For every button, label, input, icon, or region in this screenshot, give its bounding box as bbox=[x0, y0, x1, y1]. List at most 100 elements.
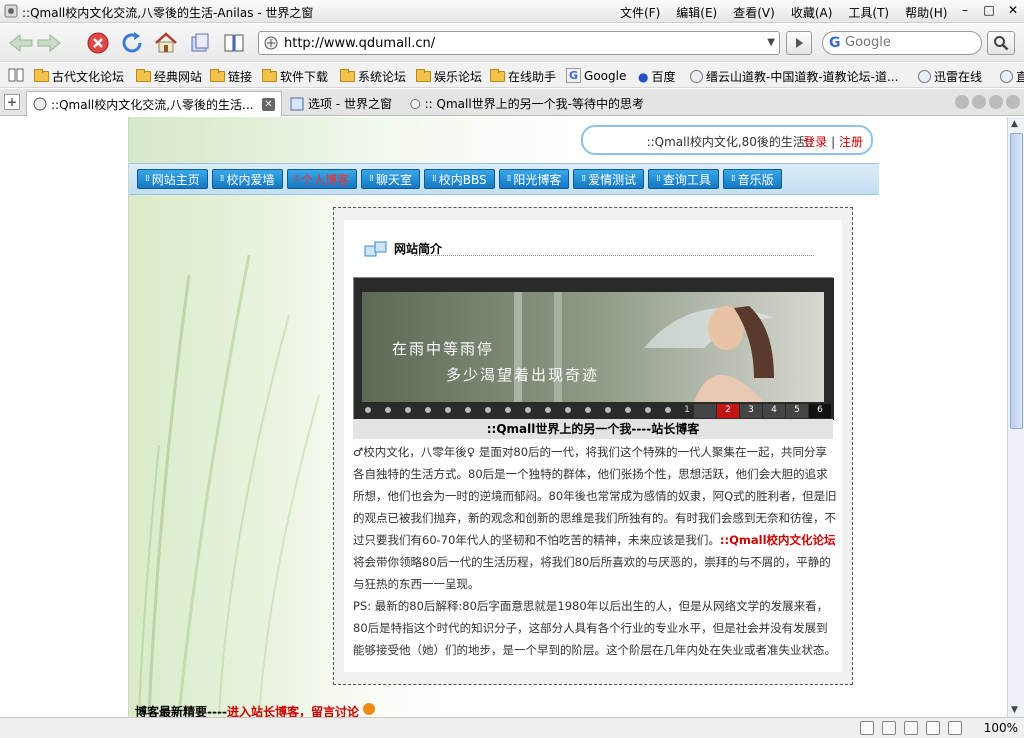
bookmark-item[interactable]: 系统论坛 bbox=[340, 68, 406, 85]
menu-edit[interactable]: 编辑(E) bbox=[676, 4, 717, 21]
bookmark-baidu[interactable]: ● 百度 bbox=[638, 68, 676, 85]
menu-favorites[interactable]: 收藏(A) bbox=[791, 4, 833, 21]
folder-icon bbox=[210, 69, 225, 82]
book-icon bbox=[224, 34, 244, 52]
blog-banner[interactable]: 在雨中等雨停 多少渴望着出现奇迹 1 2 3 4 5 6 bbox=[353, 277, 834, 420]
nav-home[interactable]: ⁞⁞ 网站主页 bbox=[137, 169, 208, 189]
refresh-button[interactable] bbox=[117, 28, 147, 58]
minimize-icon[interactable]: – bbox=[958, 3, 972, 17]
intro-panel-body: 网站简介 在雨中等雨停 多少渴望着出现奇迹 1 2 3 4 5 6::Qmal… bbox=[344, 220, 842, 672]
bookmark-item[interactable]: 直 bbox=[1000, 68, 1024, 85]
page-icon bbox=[918, 70, 931, 83]
page-icon bbox=[290, 97, 304, 110]
bookmark-item[interactable]: 迅雷在线 bbox=[918, 68, 982, 85]
banner-page-5[interactable]: 5 bbox=[786, 405, 808, 415]
users-icon[interactable] bbox=[948, 721, 962, 735]
login-box: ::Qmall校内文化,80後的生活:: 登录 | 注册 bbox=[581, 125, 873, 155]
nav-sunshine-blog[interactable]: ⁞⁞ 阳光博客 bbox=[498, 169, 570, 189]
maximize-icon[interactable]: □ bbox=[982, 3, 996, 17]
site-favicon-icon bbox=[33, 97, 47, 111]
nav-chat[interactable]: ⁞⁞ 聊天室 bbox=[361, 169, 420, 189]
back-arrow-icon bbox=[9, 33, 33, 53]
bookmark-item[interactable]: 缙云山道教-中国道教-道教论坛-道... bbox=[690, 68, 898, 85]
folder-icon bbox=[490, 69, 505, 82]
register-link[interactable]: 注册 bbox=[839, 135, 863, 149]
tab-scroll-controls bbox=[955, 95, 1020, 109]
scroll-thumb[interactable] bbox=[1010, 133, 1023, 429]
search-input[interactable] bbox=[845, 35, 975, 50]
enter-blog-link[interactable]: 进入站长博客，留言讨论 bbox=[227, 705, 359, 717]
scroll-down-icon[interactable]: ▼ bbox=[1011, 705, 1018, 715]
stop-icon bbox=[87, 32, 109, 54]
bookmark-item[interactable]: 软件下载 bbox=[262, 68, 328, 85]
nav-personal-blog[interactable]: ⁞⁞ 个人博客 bbox=[286, 169, 358, 189]
tab-qmall-home[interactable]: ::Qmall校内文化交流,八零後的生活... ✕ bbox=[26, 91, 282, 116]
bookmark-item[interactable]: 在线助手 bbox=[490, 68, 556, 85]
banner-page-6[interactable]: 6 bbox=[809, 405, 831, 415]
banner-page-4[interactable]: 4 bbox=[763, 405, 785, 415]
menu-help[interactable]: 帮助(H) bbox=[905, 4, 947, 21]
nav-query-tools[interactable]: ⁞⁞ 查询工具 bbox=[648, 169, 719, 189]
vertical-scrollbar[interactable]: ▲ ▼ bbox=[1007, 117, 1024, 717]
tab-next-icon[interactable] bbox=[989, 95, 1003, 109]
page-container: ::Qmall校内文化,80後的生活:: 登录 | 注册 ⁞⁞ 网站主页 ⁞⁞ 校内… bbox=[128, 117, 879, 717]
menu-file[interactable]: 文件(F) bbox=[620, 4, 660, 21]
menu-view[interactable]: 查看(V) bbox=[733, 4, 775, 21]
nav-bbs[interactable]: ⁞⁞ 校内BBS bbox=[424, 169, 495, 189]
home-button[interactable] bbox=[151, 28, 181, 58]
bookmark-google[interactable]: G Google bbox=[566, 68, 626, 83]
browser-window: ::Qmall校内文化交流,八零後的生活-Anilas - 世界之窗 文件(F)… bbox=[0, 0, 1024, 738]
close-icon[interactable]: ✕ bbox=[1006, 3, 1020, 17]
title-divider bbox=[414, 255, 814, 256]
banner-page-1[interactable]: 1 bbox=[680, 405, 694, 415]
menu-tools[interactable]: 工具(T) bbox=[848, 4, 889, 21]
window-controls: – □ ✕ bbox=[958, 3, 1020, 17]
status-bar: 100% bbox=[0, 717, 1024, 738]
stop-button[interactable] bbox=[83, 28, 113, 58]
bookmark-item[interactable]: 古代文化论坛 bbox=[34, 68, 124, 85]
page-icon bbox=[690, 70, 703, 83]
address-url[interactable]: http://www.qdumall.cn/ bbox=[284, 36, 435, 51]
go-arrow-icon bbox=[796, 38, 803, 48]
compass-icon[interactable] bbox=[882, 721, 896, 735]
bookmark-item[interactable]: 娱乐论坛 bbox=[416, 68, 482, 85]
tab-qmall-blog[interactable]: :: Qmall世界上的另一个我-等待中的思考 bbox=[404, 91, 650, 116]
zoom-level[interactable]: 100% bbox=[984, 721, 1018, 735]
nav-wall[interactable]: ⁞⁞ 校内爱墙 bbox=[211, 169, 283, 189]
tab-bar: + ::Qmall校内文化交流,八零後的生活... ✕ 选项 - 世界之窗 ::… bbox=[0, 89, 1024, 116]
tab-close-all-icon[interactable] bbox=[1006, 95, 1020, 109]
tab-close-icon[interactable]: ✕ bbox=[262, 97, 275, 111]
proxy-icon[interactable] bbox=[926, 721, 940, 735]
nav-love-test[interactable]: ⁞⁞ 爱情测试 bbox=[573, 169, 645, 189]
history-button[interactable] bbox=[185, 28, 215, 58]
scroll-up-icon[interactable]: ▲ bbox=[1011, 119, 1018, 129]
tab-prev-icon[interactable] bbox=[972, 95, 986, 109]
bookmark-item[interactable]: 链接 bbox=[210, 68, 252, 85]
site-favicon-icon bbox=[410, 98, 421, 109]
tab-options[interactable]: 选项 - 世界之窗 bbox=[284, 91, 402, 116]
banner-caption[interactable]: ::Qmall世界上的另一个我----站长博客 bbox=[353, 419, 833, 439]
banner-page-2[interactable]: 2 bbox=[717, 405, 739, 415]
bookmark-item[interactable]: 经典网站 bbox=[136, 68, 202, 85]
bookmarks-icon[interactable] bbox=[8, 68, 24, 82]
window-icon bbox=[364, 241, 387, 256]
search-button[interactable] bbox=[987, 31, 1015, 55]
blog-latest-heading: 博客最新精要----进入站长博客，留言讨论 bbox=[135, 703, 376, 717]
search-box[interactable]: G bbox=[822, 31, 982, 55]
banner-page-3[interactable]: 3 bbox=[740, 405, 762, 415]
intro-text: ♂校内文化，八零年後♀ 是面对80后的一代，将我们这个特殊的一代人聚集在一起，共… bbox=[353, 441, 837, 661]
address-dropdown-icon[interactable]: ▼ bbox=[767, 37, 775, 48]
forum-link[interactable]: ::Qmall校内文化论坛 bbox=[720, 533, 836, 547]
address-bar[interactable]: http://www.qdumall.cn/ ▼ bbox=[258, 31, 780, 55]
tab-list-icon[interactable] bbox=[955, 95, 969, 109]
reader-button[interactable] bbox=[219, 28, 249, 58]
login-link[interactable]: 登录 bbox=[803, 135, 827, 149]
back-button[interactable] bbox=[6, 28, 36, 58]
new-tab-button[interactable]: + bbox=[4, 94, 20, 110]
baidu-paw-icon: ● bbox=[638, 69, 649, 84]
go-button[interactable] bbox=[786, 31, 812, 55]
forward-button[interactable] bbox=[34, 28, 64, 58]
page-info-icon[interactable] bbox=[860, 721, 874, 735]
download-icon[interactable] bbox=[904, 721, 918, 735]
nav-music[interactable]: ⁞⁞ 音乐版 bbox=[722, 169, 782, 189]
